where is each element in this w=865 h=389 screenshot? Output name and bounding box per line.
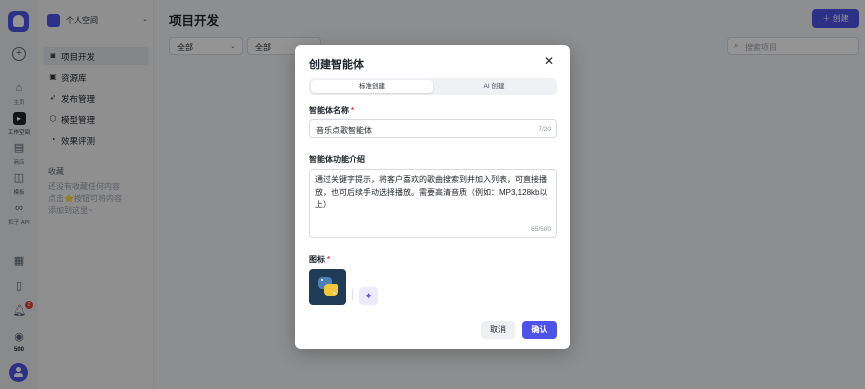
icon-label: 图标 * xyxy=(309,254,330,265)
python-logo-icon-part xyxy=(324,284,338,296)
required-mark: * xyxy=(327,255,331,264)
required-mark: * xyxy=(351,106,355,115)
tab-ai-create[interactable]: AI 创建 xyxy=(433,80,555,93)
confirm-button[interactable]: 确认 xyxy=(522,321,557,339)
tab-standard-create[interactable]: 标准创建 xyxy=(311,80,433,93)
agent-name-input[interactable]: 音乐点歌智能体 7/20 xyxy=(309,119,557,138)
agent-name-value: 音乐点歌智能体 xyxy=(316,126,372,135)
name-label-text: 智能体名称 xyxy=(309,106,349,115)
dialog-title: 创建智能体 xyxy=(309,59,364,71)
agent-description-value: 通过关键字提示，将客户喜欢的歌曲搜索到并加入列表，可直接播放，也可后续手动选择播… xyxy=(315,175,548,209)
agent-description-textarea[interactable]: 通过关键字提示，将客户喜欢的歌曲搜索到并加入列表，可直接播放，也可后续手动选择播… xyxy=(309,169,557,238)
divider xyxy=(352,289,353,300)
create-agent-dialog: 创建智能体 ✕ 标准创建 AI 创建 智能体名称 * 音乐点歌智能体 7/20 智… xyxy=(295,45,570,349)
description-label: 智能体功能介绍 xyxy=(309,155,365,164)
name-char-count: 7/20 xyxy=(538,126,551,133)
ai-generate-icon-button[interactable]: ✦ xyxy=(359,287,378,305)
cancel-button[interactable]: 取消 xyxy=(481,321,515,339)
icon-label-text: 图标 xyxy=(309,255,325,264)
close-icon[interactable]: ✕ xyxy=(543,54,555,68)
name-label: 智能体名称 * xyxy=(309,105,354,116)
create-mode-tabs: 标准创建 AI 创建 xyxy=(309,78,557,95)
agent-icon-preview[interactable] xyxy=(309,269,346,305)
sparkle-icon: ✦ xyxy=(364,291,373,301)
description-char-count: 65/500 xyxy=(531,226,551,233)
